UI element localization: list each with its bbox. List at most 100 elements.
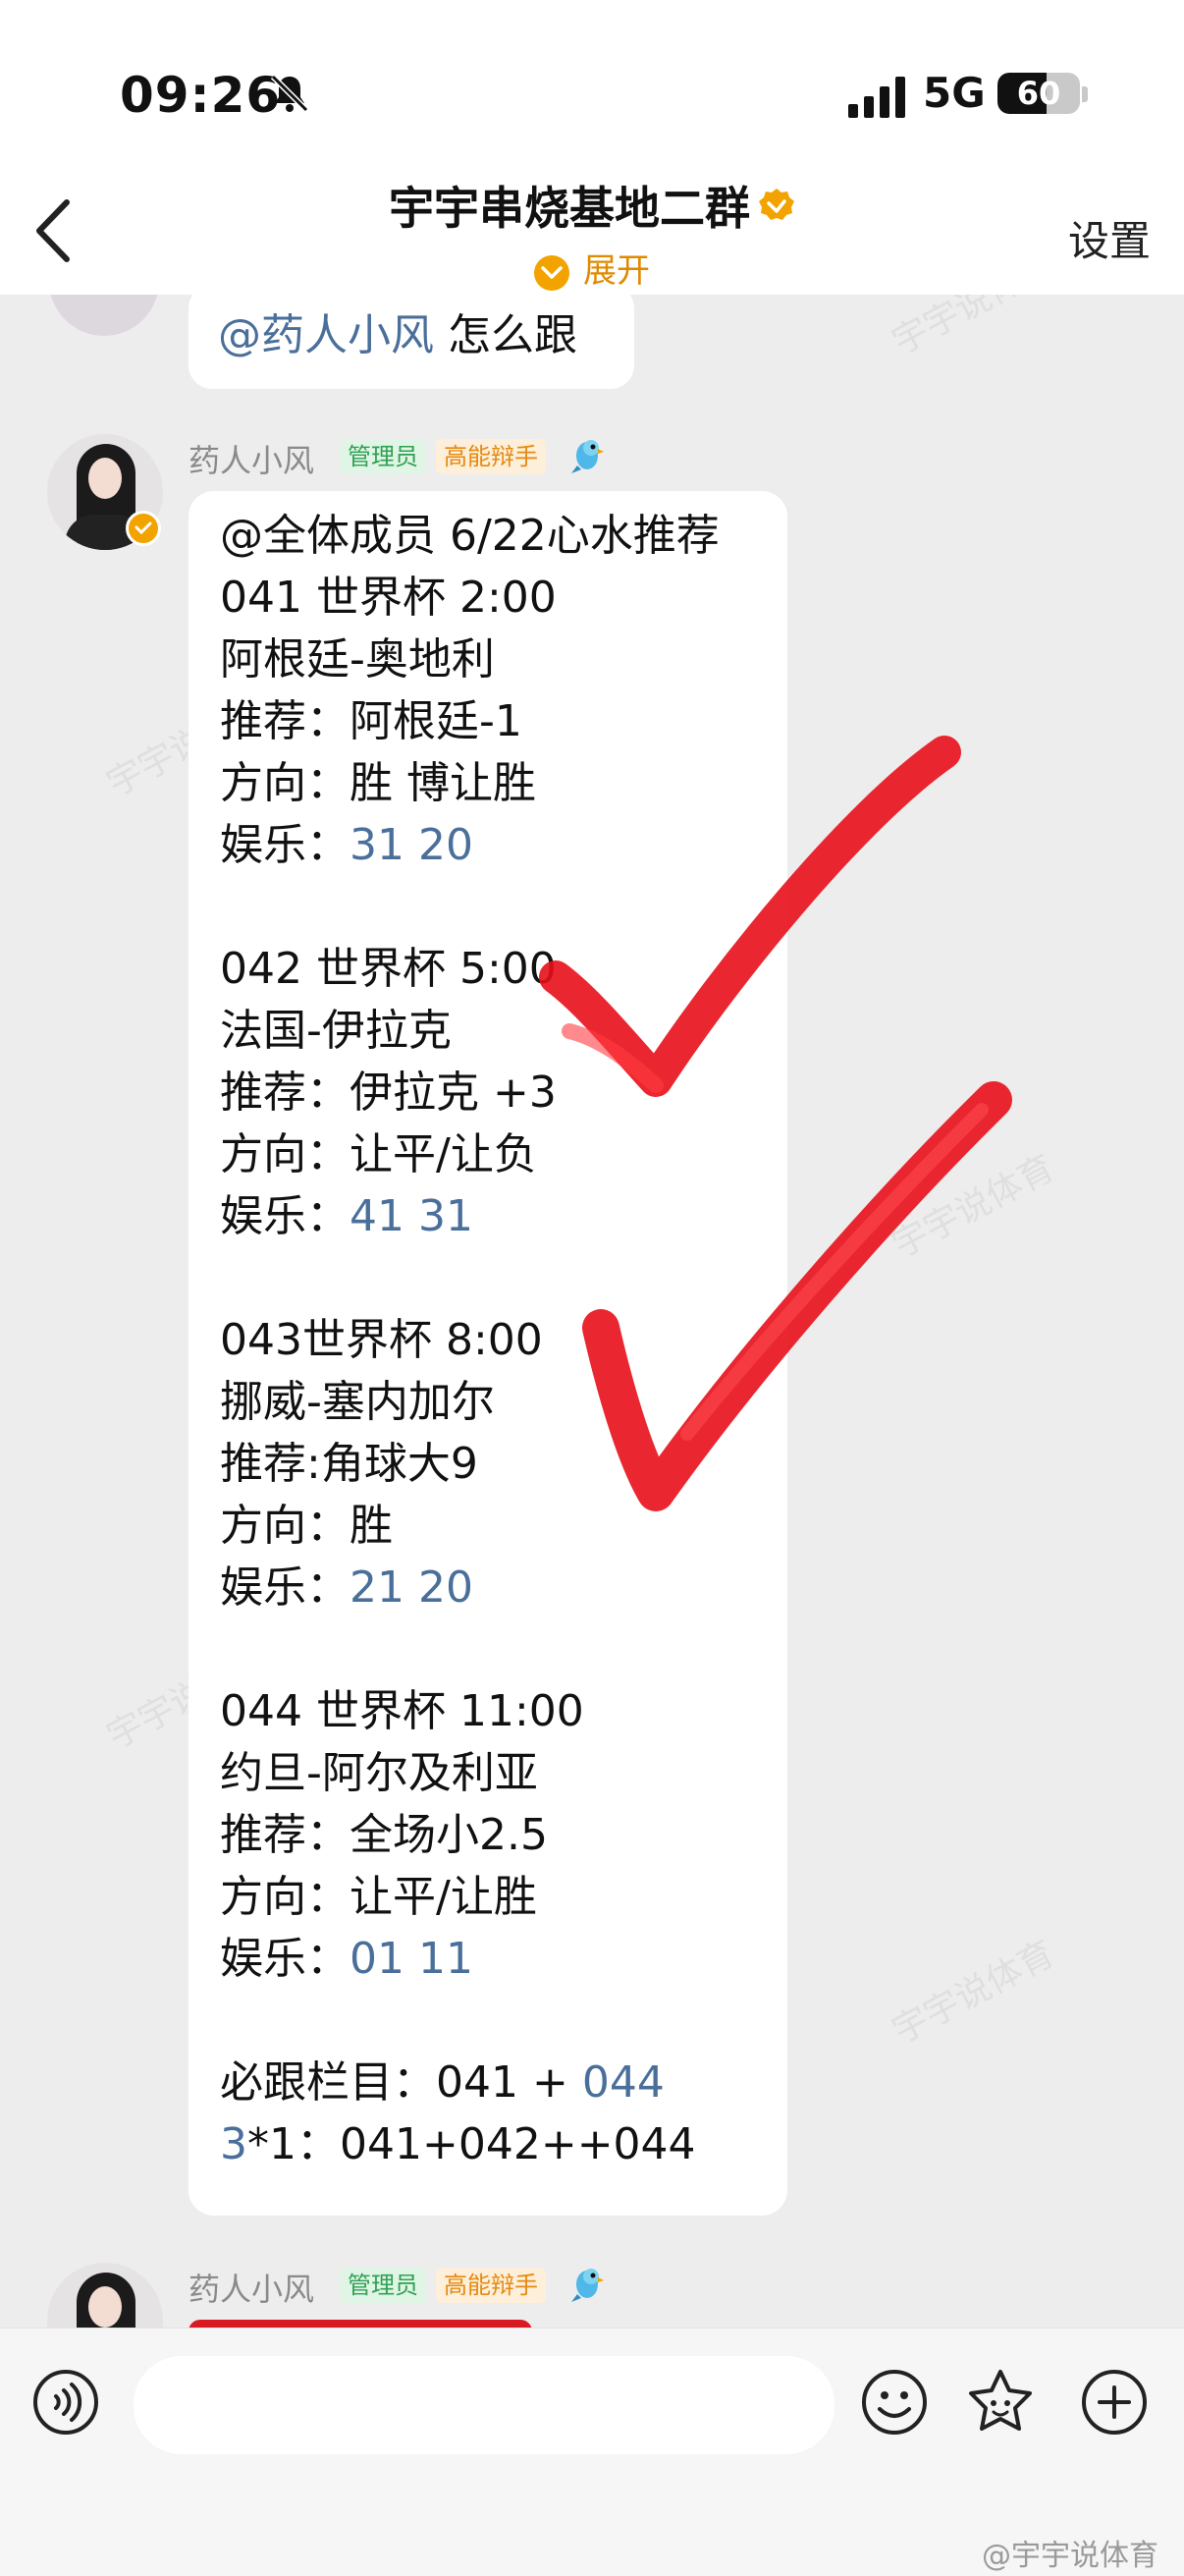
admin-tag: 管理员 — [340, 2268, 426, 2303]
line-text: 娱乐： — [220, 1191, 350, 1241]
avatar[interactable] — [49, 295, 159, 336]
message-input[interactable] — [134, 2356, 834, 2454]
message-line: 方向：让平/让胜 — [220, 1866, 720, 1928]
level-tag: 高能辩手 — [436, 2268, 546, 2303]
link-text[interactable]: 21 20 — [350, 1562, 473, 1613]
message-line: 方向：胜 博让胜 — [220, 752, 720, 814]
muted-bell-icon — [270, 74, 309, 113]
link-text[interactable]: 044 — [582, 2057, 665, 2108]
message-line: @全体成员 6/22心水推荐 — [220, 505, 720, 567]
line-text: 推荐：阿根廷-1 — [220, 696, 522, 746]
message-line: 3*1：041+042++044 — [220, 2113, 720, 2175]
line-text: 推荐：伊拉克 +3 — [220, 1068, 557, 1118]
message-line: 推荐：阿根廷-1 — [220, 690, 720, 752]
message-line: 推荐:角球大9 — [220, 1433, 720, 1495]
line-text: *1：041+042++044 — [247, 2119, 696, 2169]
line-text: 041 世界杯 2:00 — [220, 573, 557, 623]
message-line — [220, 1247, 720, 1309]
line-text: 043世界杯 8:00 — [220, 1315, 543, 1365]
chat-header: 宇宇串烧基地二群 展开 设置 — [0, 157, 1184, 295]
message-line: 娱乐：21 20 — [220, 1557, 720, 1618]
watermark-credit: @宇宇说体育 — [982, 2539, 1158, 2573]
line-text: 约旦-阿尔及利亚 — [220, 1748, 538, 1798]
line-text: 法国-伊拉克 — [220, 1006, 452, 1056]
link-text[interactable]: 3 — [220, 2119, 247, 2169]
message-line: 约旦-阿尔及利亚 — [220, 1742, 720, 1804]
message-line: 041 世界杯 2:00 — [220, 567, 720, 629]
message-line: 阿根廷-奥地利 — [220, 629, 720, 690]
line-text: 方向：让平/让负 — [220, 1129, 537, 1179]
parrot-icon — [571, 2269, 604, 2302]
line-text: 042 世界杯 5:00 — [220, 944, 557, 994]
line-text: 娱乐： — [220, 820, 350, 870]
sender-avatar[interactable] — [47, 2263, 163, 2328]
line-text: 方向：让平/让胜 — [220, 1872, 537, 1922]
input-bar: @宇宇说体育 — [0, 2328, 1184, 2576]
line-text: 挪威-塞内加尔 — [220, 1377, 495, 1427]
line-text: 推荐：全场小2.5 — [220, 1810, 548, 1860]
voice-input-icon[interactable] — [31, 2368, 100, 2437]
message-text: 怎么跟 — [434, 310, 577, 360]
message-line: 推荐：全场小2.5 — [220, 1804, 720, 1866]
link-text[interactable]: 41 31 — [350, 1191, 473, 1241]
watermark: 宇宇说体育 — [886, 1933, 1061, 2053]
watermark: 宇宇说体育 — [886, 295, 1061, 363]
battery-cap — [1082, 86, 1088, 102]
message-line: 必跟栏目：041 + 044 — [220, 2052, 720, 2113]
message-line: 方向：胜 — [220, 1495, 720, 1557]
add-icon[interactable] — [1080, 2368, 1149, 2437]
avatar-face — [88, 2286, 122, 2328]
mention-link[interactable]: @药人小风 — [218, 310, 434, 360]
message-line: 娱乐：41 31 — [220, 1185, 720, 1247]
expand-label: 展开 — [583, 251, 650, 291]
sender-name[interactable]: 药人小风 — [188, 436, 314, 481]
parrot-icon — [571, 440, 604, 473]
avatar-face — [88, 458, 122, 499]
message-line — [220, 876, 720, 938]
message-line: 043世界杯 8:00 — [220, 1309, 720, 1371]
status-bar: 09:26 5G 60 — [0, 0, 1184, 157]
message-line — [220, 1990, 720, 2052]
emoji-icon[interactable] — [860, 2368, 929, 2437]
next-message-bubble[interactable] — [188, 2320, 532, 2328]
verified-badge-icon — [759, 189, 794, 220]
sender-name[interactable]: 药人小风 — [188, 2265, 314, 2310]
watermark: 宇宇说体育 — [886, 1147, 1061, 1267]
message-line: 044 世界杯 11:00 — [220, 1680, 720, 1742]
line-text: 推荐:角球大9 — [220, 1439, 478, 1489]
level-tag: 高能辩手 — [436, 439, 546, 474]
message-bubble[interactable]: @药人小风 怎么跟 — [188, 295, 634, 389]
message-line: 挪威-塞内加尔 — [220, 1371, 720, 1433]
link-text[interactable]: 01 11 — [350, 1934, 473, 1984]
expand-chevron-icon — [534, 254, 569, 291]
line-text: 方向：胜 博让胜 — [220, 758, 536, 808]
line-text: 娱乐： — [220, 1934, 350, 1984]
star-face-icon[interactable] — [966, 2368, 1035, 2437]
link-text[interactable]: 31 20 — [350, 820, 473, 870]
message-line: 方向：让平/让负 — [220, 1124, 720, 1185]
status-time: 09:26 — [120, 67, 282, 124]
message-text: @全体成员 6/22心水推荐 041 世界杯 2:00 阿根廷-奥地利 推荐：阿根廷-… — [220, 505, 720, 2175]
admin-tag: 管理员 — [340, 439, 426, 474]
line-text: @全体成员 6/22心水推荐 — [220, 511, 720, 561]
network-type: 5G — [923, 69, 986, 117]
message-bubble[interactable]: @全体成员 6/22心水推荐 041 世界杯 2:00 阿根廷-奥地利 推荐：阿根廷-… — [188, 491, 787, 2216]
line-text: 方向：胜 — [220, 1501, 393, 1551]
message-line: 娱乐：01 11 — [220, 1928, 720, 1990]
message-line: 法国-伊拉克 — [220, 1000, 720, 1062]
message-line: 042 世界杯 5:00 — [220, 938, 720, 1000]
line-text: 044 世界杯 11:00 — [220, 1686, 584, 1736]
group-title: 宇宇串烧基地二群 — [389, 182, 750, 235]
battery-percent: 60 — [1016, 75, 1061, 112]
message-line: 推荐：伊拉克 +3 — [220, 1062, 720, 1124]
expand-button[interactable]: 展开 — [0, 244, 1184, 292]
chat-area[interactable]: 宇宇说体育 宇宇说体育 宇宇说体育 宇宇说体育 宇宇说体育 @药人小风 怎么跟 … — [0, 295, 1184, 2328]
cellular-signal-icon — [848, 77, 905, 118]
line-text: 必跟栏目：041 + — [220, 2057, 582, 2108]
verified-badge-icon — [126, 511, 161, 546]
line-text: 阿根廷-奥地利 — [220, 634, 495, 685]
message-line: 娱乐：31 20 — [220, 814, 720, 876]
line-text: 娱乐： — [220, 1562, 350, 1613]
message-line — [220, 1618, 720, 1680]
settings-button[interactable]: 设置 — [1068, 208, 1151, 268]
